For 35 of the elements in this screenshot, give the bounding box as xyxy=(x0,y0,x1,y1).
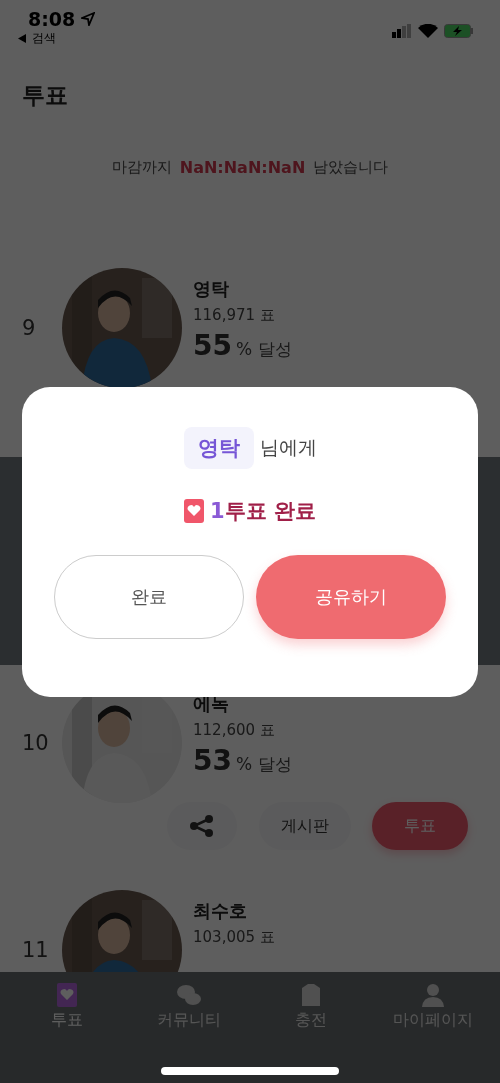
heart-card-icon xyxy=(54,982,80,1008)
vote-amount: 1 xyxy=(210,499,225,523)
chat-bubbles-icon xyxy=(176,982,202,1008)
candidate-name: 에녹 xyxy=(193,692,229,716)
wifi-icon xyxy=(418,24,438,38)
candidate-name: 영탁 xyxy=(193,277,229,301)
candidate-name: 최수호 xyxy=(193,899,247,923)
signal-icon xyxy=(392,24,412,38)
share-icon xyxy=(190,815,214,837)
person-icon xyxy=(420,982,446,1008)
percent-value: 53 xyxy=(193,743,232,779)
location-arrow-icon xyxy=(81,12,96,26)
back-link[interactable]: 검색 xyxy=(32,30,56,47)
result-message: 투표 완료 xyxy=(224,498,316,525)
heart-card-icon xyxy=(184,499,205,523)
percent-label: % 달성 xyxy=(235,753,292,776)
clock-time: 8:08 xyxy=(27,8,76,30)
percent-value: 55 xyxy=(193,328,232,364)
vote-count: 103,005 표 xyxy=(193,927,275,948)
recipient-name: 영탁 xyxy=(183,427,254,469)
rank-number: 10 xyxy=(22,731,49,755)
back-triangle-icon[interactable] xyxy=(18,34,26,43)
done-button[interactable]: 완료 xyxy=(54,555,244,639)
recipient-suffix: 님에게 xyxy=(259,435,317,460)
battery-charging-icon xyxy=(444,24,474,38)
countdown: NaN:NaN:NaN xyxy=(179,158,306,177)
deadline-label: 마감까지 xyxy=(111,158,172,177)
share-dialog-button[interactable]: 공유하기 xyxy=(256,555,446,639)
rank-number: 9 xyxy=(22,316,36,340)
vote-count: 112,600 표 xyxy=(193,720,275,741)
percent-label: % 달성 xyxy=(235,338,292,361)
vote-count: 116,971 표 xyxy=(193,305,275,326)
deadline-suffix: 남았습니다 xyxy=(313,158,389,177)
page-title: 투표 xyxy=(22,81,69,110)
rank-number: 11 xyxy=(22,938,49,962)
